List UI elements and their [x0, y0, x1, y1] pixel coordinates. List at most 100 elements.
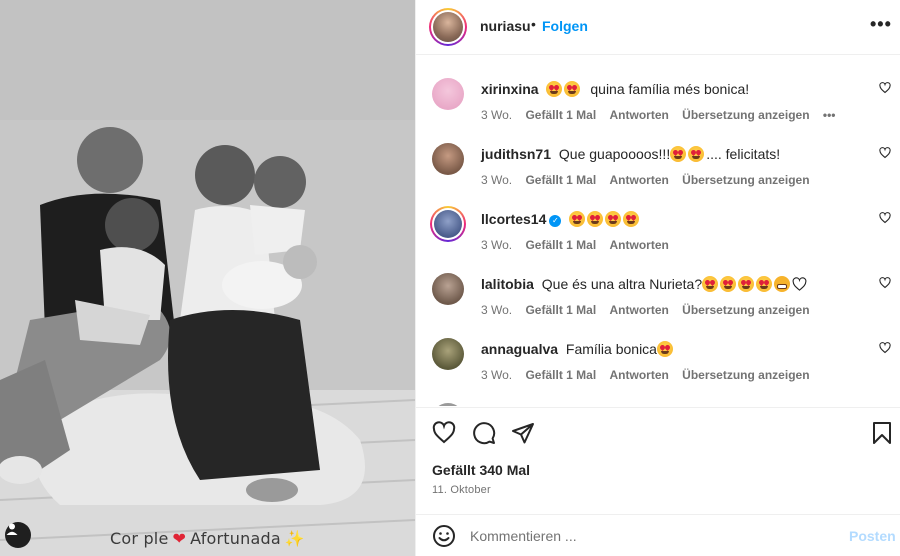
- heart-eyes-emoji-icon: [720, 276, 737, 292]
- comment-likes[interactable]: Gefällt 1 Mal: [525, 238, 596, 252]
- comment-age: 3 Wo.: [481, 368, 513, 382]
- commenter-avatar[interactable]: [432, 143, 464, 175]
- more-options-button[interactable]: •••: [870, 14, 892, 35]
- heart-eyes-emoji-icon: [569, 211, 586, 227]
- heart-eyes-emoji-icon: [605, 211, 622, 227]
- reply-button[interactable]: Antworten: [610, 173, 669, 187]
- comment-input[interactable]: [470, 524, 830, 548]
- comment-age: 3 Wo.: [481, 238, 513, 252]
- commenter-username[interactable]: judithsn71: [481, 146, 551, 162]
- save-button[interactable]: [871, 421, 893, 450]
- post-header: nuriasu • Folgen •••: [416, 0, 900, 55]
- comment-likes[interactable]: Gefällt 1 Mal: [525, 303, 596, 317]
- translate-button[interactable]: Übersetzung anzeigen: [682, 173, 809, 187]
- comment-item-partial: [416, 403, 900, 406]
- comment-likes[interactable]: Gefällt 1 Mal: [525, 368, 596, 382]
- heart-eyes-emoji-icon: [670, 146, 687, 162]
- commenter-avatar[interactable]: [432, 403, 464, 406]
- author-avatar[interactable]: [429, 8, 467, 46]
- comment-button[interactable]: [472, 421, 496, 450]
- commenter-username[interactable]: llcortes14: [481, 211, 546, 227]
- commenter-username[interactable]: annagualva: [481, 341, 558, 357]
- verified-badge-icon: ✓: [549, 215, 562, 227]
- comment-like-button[interactable]: [879, 81, 891, 99]
- share-icon: [512, 423, 534, 444]
- translate-button[interactable]: Übersetzung anzeigen: [682, 368, 809, 382]
- user-tag-icon: [6, 523, 18, 535]
- commenter-avatar[interactable]: [432, 273, 464, 305]
- comment-line: judithsn71 Que guapoooos!!! .... felicita…: [481, 146, 780, 162]
- comment-likes[interactable]: Gefällt 1 Mal: [525, 173, 596, 187]
- grimacing-emoji-icon: [774, 276, 791, 292]
- reply-button[interactable]: Antworten: [610, 108, 669, 122]
- emoji-picker-button[interactable]: [432, 524, 456, 553]
- heart-eyes-emoji-icon: [656, 341, 673, 357]
- heart-outline-icon: [879, 82, 891, 94]
- share-button[interactable]: [511, 421, 535, 450]
- comment-line: annagualva Família bonica: [481, 341, 675, 357]
- comment-item: xirinxina quina família més bonica! 3 Wo…: [416, 78, 900, 143]
- post-comment-button[interactable]: Posten: [849, 528, 896, 544]
- user-tag-button[interactable]: [5, 522, 31, 548]
- comment-item: lalitobia Que és una altra Nurieta? 3 Wo…: [416, 273, 900, 338]
- comment-age: 3 Wo.: [481, 173, 513, 187]
- heart-eyes-emoji-icon: [688, 146, 705, 162]
- comments-list[interactable]: xirinxina quina família més bonica! 3 Wo…: [416, 56, 900, 406]
- comment-like-button[interactable]: [879, 276, 891, 294]
- comment-meta: 3 Wo. Gefällt 1 Mal Antworten Übersetzun…: [481, 368, 820, 382]
- translate-button[interactable]: Übersetzung anzeigen: [682, 303, 809, 317]
- reply-button[interactable]: Antworten: [610, 238, 669, 252]
- comment-like-button[interactable]: [879, 341, 891, 359]
- author-username[interactable]: nuriasu: [480, 18, 531, 34]
- family-photo-illustration: [0, 0, 415, 556]
- comment-meta: 3 Wo. Gefällt 1 Mal Antworten Übersetzun…: [481, 108, 845, 122]
- commenter-avatar[interactable]: [432, 338, 464, 370]
- comment-text: Que guapoooos!!!: [558, 146, 671, 162]
- caption-text-end: Afortunada: [190, 529, 281, 548]
- comment-text: Que és una altra Nurieta?: [541, 276, 703, 292]
- translate-button[interactable]: Übersetzung anzeigen: [682, 108, 809, 122]
- post-date[interactable]: 11. Oktober: [432, 484, 491, 496]
- heart-eyes-emoji-icon: [587, 211, 604, 227]
- caption-text-start: Cor ple: [110, 529, 169, 548]
- comment-likes[interactable]: Gefällt 1 Mal: [525, 108, 596, 122]
- comment-text-suffix: .... felicitats!: [706, 146, 781, 162]
- photo-caption: Cor ple ❤ Afortunada ✨: [0, 529, 415, 548]
- comment-line: lalitobia Que és una altra Nurieta?: [481, 276, 807, 292]
- commenter-avatar[interactable]: [432, 78, 464, 110]
- heart-eyes-emoji-icon: [546, 81, 563, 97]
- comment-item: annagualva Família bonica 3 Wo. Gefällt …: [416, 338, 900, 403]
- comment-line: llcortes14 ✓: [481, 211, 641, 227]
- comment-like-button[interactable]: [879, 146, 891, 164]
- comment-more-button[interactable]: •••: [823, 108, 836, 122]
- comment-text: Família bonica: [565, 341, 657, 357]
- post-photo[interactable]: Cor ple ❤ Afortunada ✨: [0, 0, 415, 556]
- reply-button[interactable]: Antworten: [610, 303, 669, 317]
- add-comment-bar: Posten: [416, 514, 900, 556]
- heart-eyes-emoji-icon: [738, 276, 755, 292]
- comment-like-button[interactable]: [879, 211, 891, 229]
- header-separator: •: [531, 16, 536, 32]
- heart-outline-icon: [879, 147, 891, 159]
- heart-eyes-emoji-icon: [623, 211, 640, 227]
- heart-outline-icon: [879, 212, 891, 224]
- post-actions: Gefällt 340 Mal 11. Oktober Posten: [416, 407, 900, 556]
- comment-age: 3 Wo.: [481, 303, 513, 317]
- commenter-username[interactable]: xirinxina: [481, 81, 539, 97]
- reply-button[interactable]: Antworten: [610, 368, 669, 382]
- likes-count[interactable]: Gefällt 340 Mal: [432, 462, 530, 478]
- comment-icon: [473, 422, 496, 445]
- bookmark-icon: [873, 422, 891, 444]
- comment-item: llcortes14 ✓ 3 Wo. Gefällt 1 Mal Antworte…: [416, 206, 900, 273]
- like-button[interactable]: [432, 421, 456, 450]
- red-heart-icon: ❤: [172, 529, 187, 548]
- comment-meta: 3 Wo. Gefällt 1 Mal Antworten: [481, 238, 679, 252]
- heart-eyes-emoji-icon: [564, 81, 581, 97]
- follow-button[interactable]: Folgen: [542, 18, 588, 34]
- heart-outline-icon: [432, 421, 456, 444]
- comment-item: judithsn71 Que guapoooos!!! .... felicita…: [416, 143, 900, 208]
- comment-text: quina família més bonica!: [590, 81, 750, 97]
- commenter-avatar[interactable]: [430, 206, 466, 242]
- smiley-icon: [433, 525, 455, 547]
- commenter-username[interactable]: lalitobia: [481, 276, 534, 292]
